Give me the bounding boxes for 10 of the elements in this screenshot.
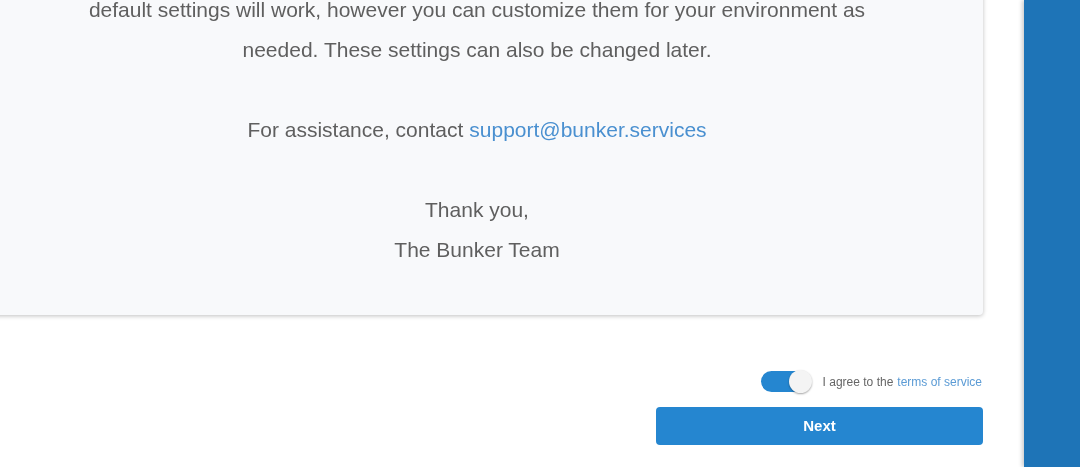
email-link[interactable]: support@bunker.services — [469, 110, 707, 150]
agree-toggle[interactable] — [760, 371, 811, 392]
message-text: needed. These settings can also be changed later. — [242, 37, 712, 63]
next-button[interactable]: Next — [656, 407, 983, 445]
assistance-text: For assistance, contact — [247, 117, 464, 143]
message-text: default settings will work, however you can customize them for your environment as — [88, 0, 866, 23]
signoff-text: The Bunker Team — [394, 237, 560, 263]
signoff-text: Thank you, — [425, 197, 529, 223]
terms-link[interactable]: terms of service — [897, 372, 982, 391]
agree-label: I agree to the — [822, 373, 894, 391]
